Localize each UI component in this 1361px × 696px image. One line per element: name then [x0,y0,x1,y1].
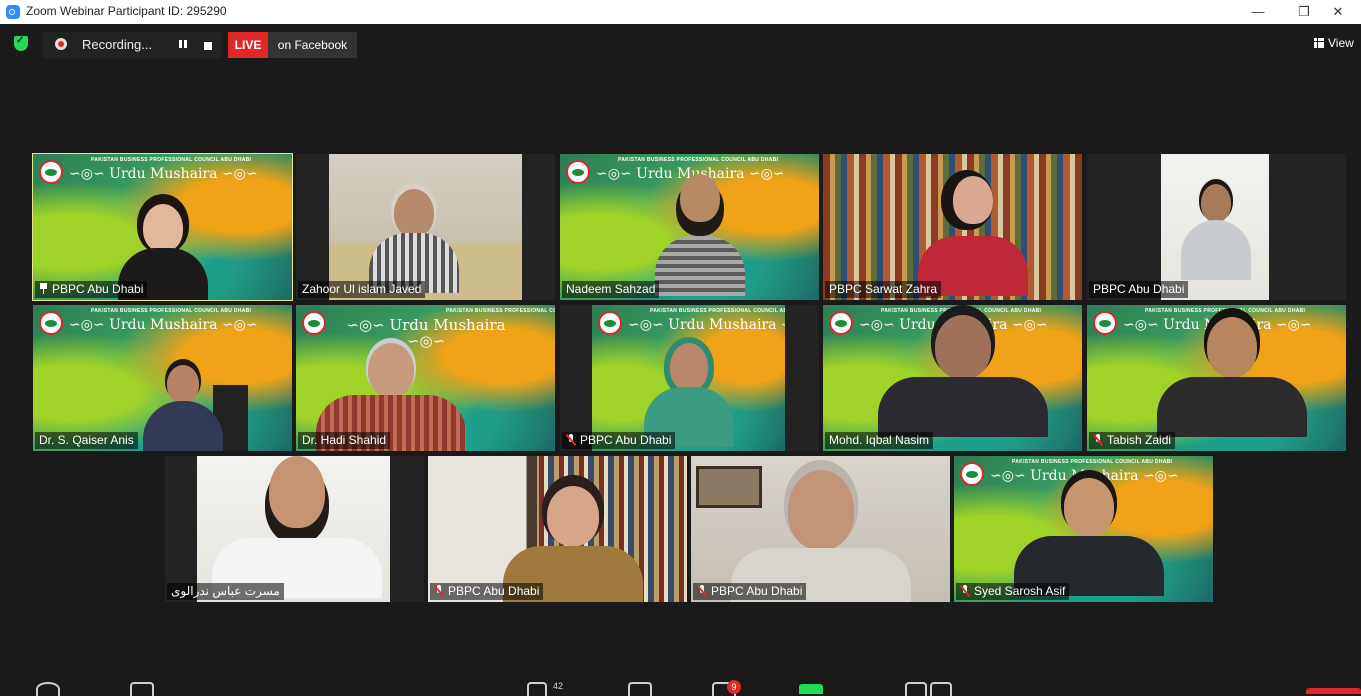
mic-muted-icon [1093,434,1103,446]
pbpc-logo-icon [302,311,326,335]
video-tile-dr-s-qaiser-anis[interactable]: PAKISTAN BUSINESS PROFESSIONAL COUNCIL A… [33,305,292,451]
participant-video [1157,317,1307,451]
banner-organization: PAKISTAN BUSINESS PROFESSIONAL COUNCIL A… [91,157,252,163]
participant-name-label: Nadeem Sahzad [562,281,660,298]
stop-recording-icon[interactable] [204,42,212,50]
video-feed [428,456,687,602]
video-feed: PAKISTAN BUSINESS PROFESSIONAL COUNCIL A… [560,154,819,300]
share-screen-icon[interactable] [628,682,652,696]
video-tile-pbpc-abu-dhabi-1[interactable]: PAKISTAN BUSINESS PROFESSIONAL COUNCIL A… [32,153,293,301]
more-icon[interactable] [930,682,952,696]
reactions-icon[interactable] [905,682,927,696]
video-feed: PAKISTAN BUSINESS PROFESSIONAL COUNCIL A… [954,456,1213,602]
participant-name-label: PBPC Abu Dhabi [1089,281,1189,298]
participant-video [212,456,382,602]
video-feed: PAKISTAN BUSINESS PROFESSIONAL COUNCIL A… [823,305,1082,451]
participant-name-label: مسرت عباس ندرالوی [167,583,284,600]
minimize-button[interactable]: — [1235,0,1281,24]
zoom-app-icon [6,5,20,19]
participant-name-label: Mohd. Iqbal Nasim [825,432,934,449]
video-feed [197,456,390,602]
recording-indicator: Recording... [42,32,222,58]
close-button[interactable]: ✕ [1315,0,1361,24]
video-tile-pbpc-abu-dhabi-5[interactable]: PBPC Abu Dhabi [691,456,950,602]
urdu-mushaira-banner: PAKISTAN BUSINESS PROFESSIONAL COUNCIL A… [296,305,555,353]
video-tile-pbpc-abu-dhabi-4[interactable]: PBPC Abu Dhabi [428,456,687,602]
participant-video [138,365,228,451]
video-feed: PAKISTAN BUSINESS PROFESSIONAL COUNCIL A… [592,305,785,451]
participant-video [878,315,1048,451]
video-icon[interactable] [130,682,154,696]
participant-video [655,174,745,300]
video-tile-nadeem-sahzad[interactable]: PAKISTAN BUSINESS PROFESSIONAL COUNCIL A… [560,154,819,300]
participant-name-label: PBPC Sarwat Zahra [825,281,942,298]
participant-name-label: PBPC Abu Dhabi [693,583,807,600]
pbpc-logo-icon [1093,311,1117,335]
banner-title: ∽◎∽ Urdu Mushaira ∽◎∽ [69,166,258,182]
video-feed [823,154,1082,300]
urdu-mushaira-banner: PAKISTAN BUSINESS PROFESSIONAL COUNCIL A… [33,305,292,339]
video-tile-tabish-zaidi[interactable]: PAKISTAN BUSINESS PROFESSIONAL COUNCIL A… [1087,305,1346,451]
recording-dot-icon [55,38,67,50]
participants-icon[interactable] [527,682,547,696]
video-feed [1161,154,1269,300]
pbpc-logo-icon [960,462,984,486]
video-tile-pbpc-abu-dhabi-3[interactable]: PAKISTAN BUSINESS PROFESSIONAL COUNCIL A… [560,305,819,451]
video-tile-dr-hadi-shahid[interactable]: PAKISTAN BUSINESS PROFESSIONAL COUNCIL A… [296,305,555,451]
mic-muted-icon [434,585,444,597]
mic-muted-icon [697,585,707,597]
pbpc-logo-icon [39,160,63,184]
video-tile-pbpc-sarwat-zahra[interactable]: PBPC Sarwat Zahra [823,154,1082,300]
view-label: View [1328,36,1354,50]
video-tile-syed-sarosh-asif[interactable]: PAKISTAN BUSINESS PROFESSIONAL COUNCIL A… [954,456,1213,602]
participants-count: 42 [553,681,564,691]
window-titlebar: Zoom Webinar Participant ID: 295290 — ❐ … [0,0,1361,24]
leave-button[interactable] [1306,688,1361,694]
security-shield-icon[interactable] [14,35,28,51]
video-tile-zahoor-ul-islam-javed[interactable]: Zahoor Ul islam Javed [296,154,555,300]
video-tile-musarrat-abbas[interactable]: مسرت عباس ندرالوی [165,456,424,602]
grid-view-icon [1314,38,1324,48]
mic-muted-icon [566,434,576,446]
pause-recording-icon[interactable] [177,38,189,52]
recording-label: Recording... [82,37,153,52]
live-badge: LIVE [228,32,268,58]
pbpc-logo-icon [598,311,622,335]
meeting-controls-bar: 42 9 [0,674,1361,696]
video-feed [691,456,950,602]
participant-name-label: PBPC Abu Dhabi [35,281,148,298]
pbpc-logo-icon [39,311,63,335]
participant-name-label: Tabish Zaidi [1089,432,1176,449]
raise-hand-icon[interactable] [799,684,823,694]
video-tile-pbpc-abu-dhabi-2[interactable]: PBPC Abu Dhabi [1087,154,1346,300]
live-destination-button[interactable]: on Facebook [268,32,357,58]
mic-muted-icon [960,585,970,597]
participant-name-label: PBPC Abu Dhabi [562,432,676,449]
video-feed: PAKISTAN BUSINESS PROFESSIONAL COUNCIL A… [33,154,292,300]
view-button[interactable]: View [1314,36,1354,50]
video-tile-mohd-iqbal-nasim[interactable]: PAKISTAN BUSINESS PROFESSIONAL COUNCIL A… [823,305,1082,451]
participant-name-label: PBPC Abu Dhabi [430,583,544,600]
participant-name-label: Dr. S. Qaiser Anis [35,432,138,449]
participant-name-label: Syed Sarosh Asif [956,583,1070,600]
meeting-top-bar: Recording... LIVE on Facebook View [0,24,1361,64]
urdu-mushaira-banner: PAKISTAN BUSINESS PROFESSIONAL COUNCIL A… [592,305,785,339]
window-title: Zoom Webinar Participant ID: 295290 [26,4,227,18]
pin-icon [39,283,48,294]
video-feed: PAKISTAN BUSINESS PROFESSIONAL COUNCIL A… [1087,305,1346,451]
video-feed: PAKISTAN BUSINESS PROFESSIONAL COUNCIL A… [33,305,292,451]
pbpc-logo-icon [829,311,853,335]
video-feed: PAKISTAN BUSINESS PROFESSIONAL COUNCIL A… [296,305,555,451]
urdu-mushaira-banner: PAKISTAN BUSINESS PROFESSIONAL COUNCIL A… [33,154,292,188]
video-feed [329,154,522,300]
participant-name-label: Dr. Hadi Shahid [298,432,391,449]
audio-icon[interactable] [36,682,60,696]
participant-name-label: Zahoor Ul islam Javed [298,281,426,298]
pbpc-logo-icon [566,160,590,184]
